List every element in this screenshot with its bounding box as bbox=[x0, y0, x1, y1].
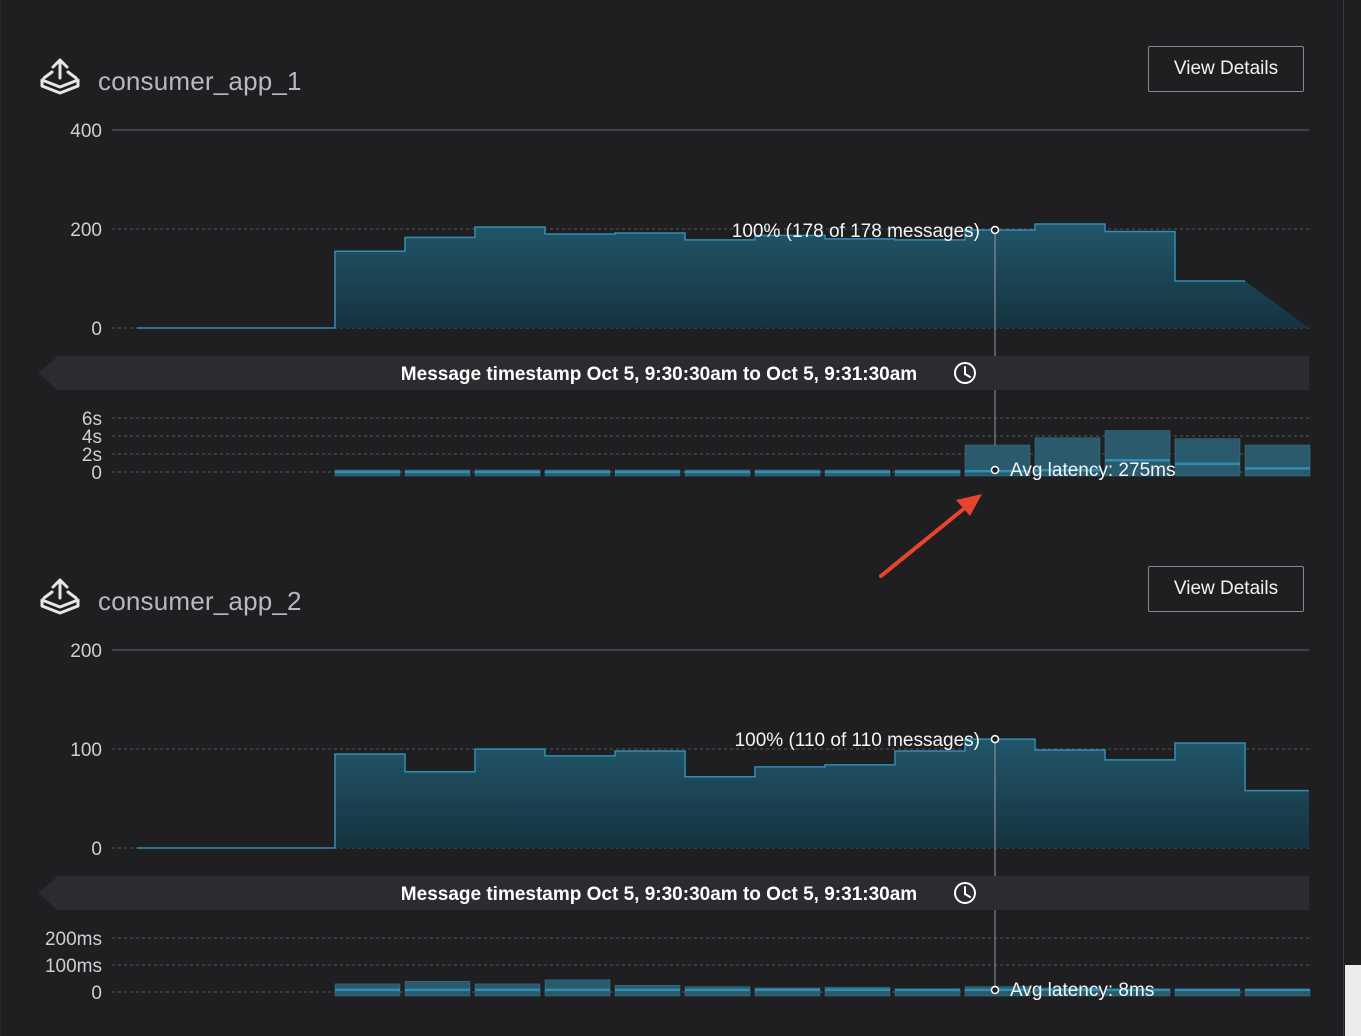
throughput-area bbox=[137, 739, 1309, 848]
tooltip-latency: Avg latency: 8ms bbox=[1010, 980, 1154, 1001]
latency-tick-label: 6s bbox=[82, 409, 102, 430]
latency-tick-label: 200ms bbox=[45, 929, 102, 950]
latency-tick-label: 100ms bbox=[45, 956, 102, 977]
latency-bar bbox=[684, 986, 751, 997]
latency-bar bbox=[824, 986, 891, 997]
y-tick-label: 400 bbox=[70, 121, 102, 142]
y-tick-label: 100 bbox=[70, 740, 102, 761]
consumer-card-2: consumer_app_2 View Details 0 100 200 100% … bbox=[0, 520, 1344, 1036]
latency-tick-label: 4s bbox=[82, 427, 102, 448]
latency-hover-point bbox=[990, 985, 1000, 995]
tooltip-latency: Avg latency: 275ms bbox=[1010, 460, 1175, 481]
latency-tick-label: 0 bbox=[91, 983, 102, 1004]
hover-point bbox=[990, 734, 1000, 744]
time-band-label: Message timestamp Oct 5, 9:30:30am to Oc… bbox=[401, 364, 917, 385]
y-tick-label: 0 bbox=[91, 839, 102, 860]
tooltip-messages: 100% (110 of 110 messages) bbox=[735, 730, 980, 751]
y-tick-label: 0 bbox=[91, 319, 102, 340]
latency-tick-label: 2s bbox=[82, 445, 102, 466]
y-tick-label: 200 bbox=[70, 641, 102, 662]
time-band-label: Message timestamp Oct 5, 9:30:30am to Oc… bbox=[401, 884, 917, 905]
hover-point bbox=[990, 225, 1000, 235]
latency-bar bbox=[1174, 438, 1241, 477]
throughput-chart: 0 200 400 100% (178 of 178 messages) Message… bbox=[38, 121, 1311, 484]
latency-bar bbox=[544, 979, 611, 997]
throughput-chart: 0 100 200 100% (110 of 110 messages) Message… bbox=[38, 641, 1311, 1004]
tooltip-messages: 100% (178 of 178 messages) bbox=[732, 221, 980, 242]
latency-hover-point bbox=[990, 465, 1000, 475]
latency-bar bbox=[1244, 444, 1311, 477]
y-tick-label: 200 bbox=[70, 220, 102, 241]
consumer-card-1: consumer_app_1 View Details 0 200 400 100% … bbox=[0, 0, 1344, 520]
latency-tick-label: 0 bbox=[91, 463, 102, 484]
scrollbar-gap bbox=[1345, 0, 1361, 965]
